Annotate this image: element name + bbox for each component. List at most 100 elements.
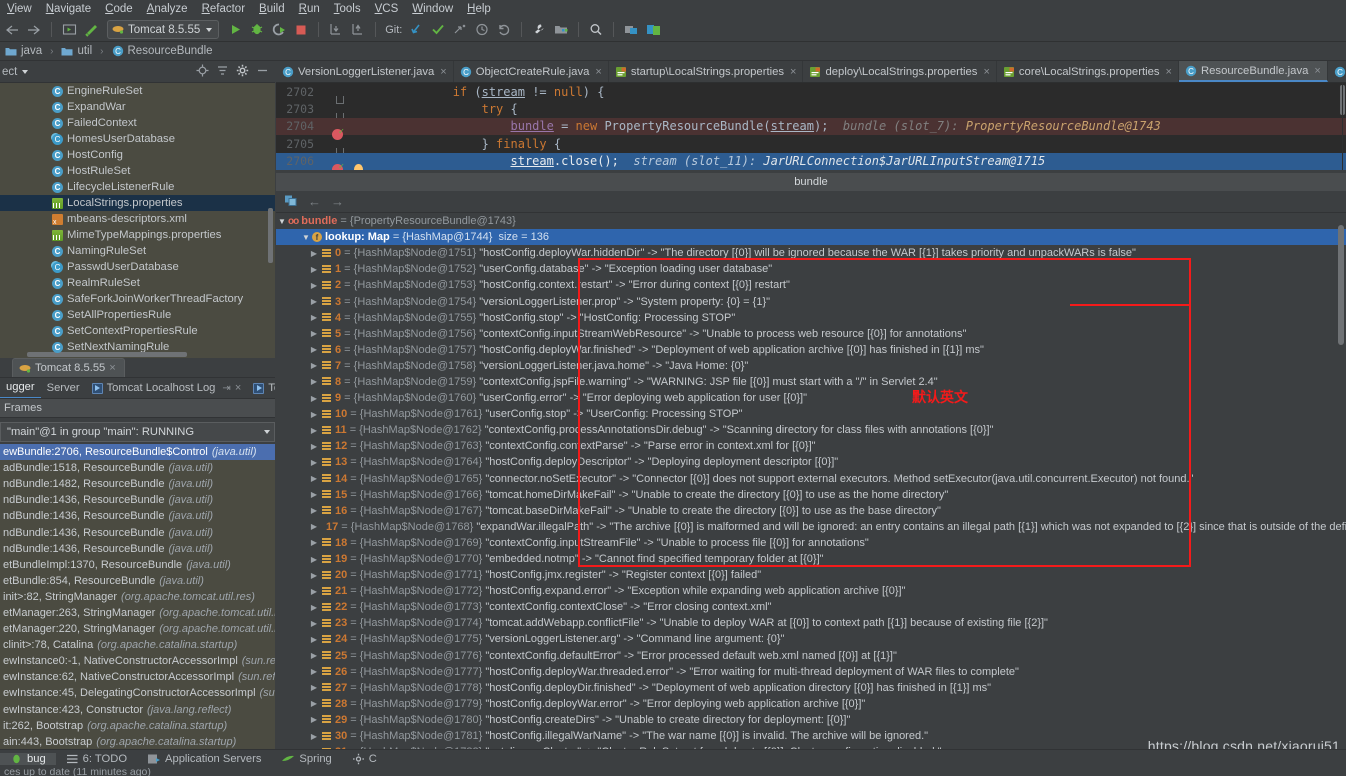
expand-triangle-icon[interactable]: ▶ <box>276 394 322 403</box>
close-icon[interactable]: × <box>790 66 796 78</box>
frame-row[interactable]: ndBundle:1482, ResourceBundle(java.util) <box>0 476 275 492</box>
project-tree-hscrollbar[interactable] <box>27 352 187 357</box>
editor-tab[interactable]: CInstrumentationImpl.clas <box>1328 61 1346 82</box>
expand-triangle-icon[interactable]: ▶ <box>276 490 322 499</box>
variable-row-entry[interactable]: ▶14 = {HashMap$Node@1765} "connector.noS… <box>276 471 1346 487</box>
debug-button[interactable] <box>247 20 267 40</box>
breakpoint-icon[interactable] <box>332 164 343 170</box>
project-tree-item[interactable]: mbeans-descriptors.xml <box>0 211 275 227</box>
snapshot-icon[interactable] <box>621 20 641 40</box>
editor-tab[interactable]: deploy\LocalStrings.properties× <box>803 61 996 82</box>
frame-row[interactable]: ewInstance:45, DelegatingConstructorAcce… <box>0 685 275 701</box>
editor-line[interactable]: 2705 } finally { <box>276 135 1346 152</box>
frame-row[interactable]: ndBundle:1436, ResourceBundle(java.util) <box>0 492 275 508</box>
build-hammer-icon[interactable] <box>81 20 101 40</box>
expand-triangle-icon[interactable]: ▶ <box>276 732 322 741</box>
expand-triangle-icon[interactable]: ▶ <box>276 506 322 515</box>
variable-row-entry[interactable]: ▶13 = {HashMap$Node@1764} "hostConfig.de… <box>276 454 1346 470</box>
variable-row-entry[interactable]: ▶6 = {HashMap$Node@1757} "hostConfig.dep… <box>276 342 1346 358</box>
frame-row[interactable]: ewInstance0:-1, NativeConstructorAccesso… <box>0 653 275 669</box>
project-tree-item[interactable]: CFailedContext <box>0 115 275 131</box>
project-tree-item[interactable]: CLifecycleListenerRule <box>0 179 275 195</box>
settings-wrench-icon[interactable] <box>529 20 549 40</box>
variable-row-entry[interactable]: ▶15 = {HashMap$Node@1766} "tomcat.homeDi… <box>276 487 1346 503</box>
variables-tree[interactable]: ▼oo bundle = {PropertyResourceBundle@174… <box>276 213 1346 749</box>
run-configuration-selector[interactable]: Tomcat 8.5.55 <box>107 20 219 39</box>
close-icon[interactable]: × <box>440 66 446 78</box>
frame-row[interactable]: ewInstance:423, Constructor(java.lang.re… <box>0 702 275 718</box>
variable-row-entry[interactable]: ▶4 = {HashMap$Node@1755} "hostConfig.sto… <box>276 310 1346 326</box>
frame-row[interactable]: ewBundle:2706, ResourceBundle$Control(ja… <box>0 444 275 460</box>
expand-triangle-icon[interactable]: ▶ <box>276 635 322 644</box>
step-in-icon[interactable] <box>326 20 346 40</box>
run-button[interactable] <box>225 20 245 40</box>
project-tree-item[interactable]: CExpandWar <box>0 99 275 115</box>
thread-selector[interactable]: "main"@1 in group "main": RUNNING <box>0 422 275 442</box>
editor-tab[interactable]: CResourceBundle.java× <box>1179 61 1328 82</box>
stop-button[interactable] <box>291 20 311 40</box>
expand-triangle-icon[interactable]: ▶ <box>276 329 322 338</box>
frame-row[interactable]: init>:82, StringManager(org.apache.tomca… <box>0 589 275 605</box>
frame-row[interactable]: it:262, Bootstrap(org.apache.catalina.st… <box>0 718 275 734</box>
debug-subtab-ugger[interactable]: ugger <box>0 378 41 399</box>
project-tree-item[interactable]: CHostRuleSet <box>0 163 275 179</box>
menu-item-code[interactable]: Code <box>98 2 140 17</box>
git-revert-icon[interactable] <box>494 20 514 40</box>
frame-row[interactable]: etManager:263, StringManager(org.apache.… <box>0 605 275 621</box>
expand-triangle-icon[interactable]: ▶ <box>276 410 322 419</box>
chevron-down-icon[interactable] <box>264 430 270 434</box>
frame-row[interactable]: clinit>:78, Catalina(org.apache.catalina… <box>0 637 275 653</box>
expand-triangle-icon[interactable]: ▶ <box>276 281 322 290</box>
menu-item-help[interactable]: Help <box>460 2 498 17</box>
editor-tab[interactable]: startup\LocalStrings.properties× <box>609 61 804 82</box>
editor-tab[interactable]: CObjectCreateRule.java× <box>454 61 609 82</box>
variable-row-entry[interactable]: ▶0 = {HashMap$Node@1751} "hostConfig.dep… <box>276 245 1346 261</box>
variable-row-entry[interactable]: ▶2 = {HashMap$Node@1753} "hostConfig.con… <box>276 277 1346 293</box>
expand-triangle-icon[interactable]: ▶ <box>276 587 322 596</box>
chevron-down-icon[interactable] <box>22 70 28 74</box>
frame-row[interactable]: etManager:220, StringManager(org.apache.… <box>0 621 275 637</box>
variable-row-entry[interactable]: ▶7 = {HashMap$Node@1758} "versionLoggerL… <box>276 358 1346 374</box>
variable-row-entry[interactable]: ▶21 = {HashMap$Node@1772} "hostConfig.ex… <box>276 583 1346 599</box>
expand-triangle-icon[interactable]: ▶ <box>276 715 322 724</box>
variable-row-entry[interactable]: ▶22 = {HashMap$Node@1773} "contextConfig… <box>276 599 1346 615</box>
expand-triangle-icon[interactable]: ▶ <box>276 683 322 692</box>
variable-row-entry[interactable]: ▶20 = {HashMap$Node@1771} "hostConfig.jm… <box>276 567 1346 583</box>
variable-row-entry[interactable]: ▶26 = {HashMap$Node@1777} "hostConfig.de… <box>276 664 1346 680</box>
code-editor[interactable]: 2702 if (stream != null) {2703 try {2704… <box>276 83 1346 170</box>
close-icon[interactable]: × <box>109 362 116 374</box>
variable-row-entry[interactable]: ▶5 = {HashMap$Node@1756} "contextConfig.… <box>276 326 1346 342</box>
project-tree-item[interactable]: CEngineRuleSet <box>0 83 275 99</box>
variable-row-entry[interactable]: ▶10 = {HashMap$Node@1761} "userConfig.st… <box>276 406 1346 422</box>
variable-row-entry[interactable]: ▶11 = {HashMap$Node@1762} "contextConfig… <box>276 422 1346 438</box>
close-icon[interactable]: × <box>235 382 241 394</box>
history-forward-icon[interactable]: → <box>331 194 344 209</box>
project-tree-item[interactable]: CSetAllPropertiesRule <box>0 307 275 323</box>
git-update-icon[interactable] <box>406 20 426 40</box>
frame-row[interactable]: ndBundle:1436, ResourceBundle(java.util) <box>0 508 275 524</box>
history-back-icon[interactable]: ← <box>308 194 321 209</box>
project-tree-scrollbar[interactable] <box>268 208 273 263</box>
debug-subtab-tomcatcatal[interactable]: Tomcat Catal <box>247 378 275 399</box>
frame-row[interactable]: adBundle:1518, ResourceBundle(java.util) <box>0 460 275 476</box>
breadcrumb-item-util[interactable]: util <box>58 45 95 57</box>
gear-icon[interactable] <box>236 64 249 80</box>
expand-triangle-icon[interactable]: ▶ <box>276 265 322 274</box>
expand-triangle-icon[interactable]: ▶ <box>276 297 322 306</box>
variable-row-entry[interactable]: ▶28 = {HashMap$Node@1779} "hostConfig.de… <box>276 696 1346 712</box>
status-bar-item-applicationservers[interactable]: Application Servers <box>137 753 271 765</box>
status-bar-item-c[interactable]: C <box>342 753 387 765</box>
hide-panel-icon[interactable] <box>256 64 269 80</box>
variable-row-entry[interactable]: ▶18 = {HashMap$Node@1769} "contextConfig… <box>276 535 1346 551</box>
menu-item-analyze[interactable]: Analyze <box>140 2 195 17</box>
project-tree-item[interactable]: MimeTypeMappings.properties <box>0 227 275 243</box>
git-push-icon[interactable] <box>450 20 470 40</box>
editor-line[interactable]: 2706 stream.close(); stream (slot_11): J… <box>276 153 1346 170</box>
editor-tab[interactable]: CVersionLoggerListener.java× <box>276 61 454 82</box>
locate-icon[interactable] <box>196 64 209 80</box>
status-bar-item-spring[interactable]: Spring <box>271 753 341 765</box>
project-tree-item[interactable]: CNamingRuleSet <box>0 243 275 259</box>
step-out-icon[interactable] <box>348 20 368 40</box>
expand-triangle-icon[interactable]: ▶ <box>276 442 322 451</box>
variable-row-entry[interactable]: ▶24 = {HashMap$Node@1775} "versionLogger… <box>276 631 1346 647</box>
